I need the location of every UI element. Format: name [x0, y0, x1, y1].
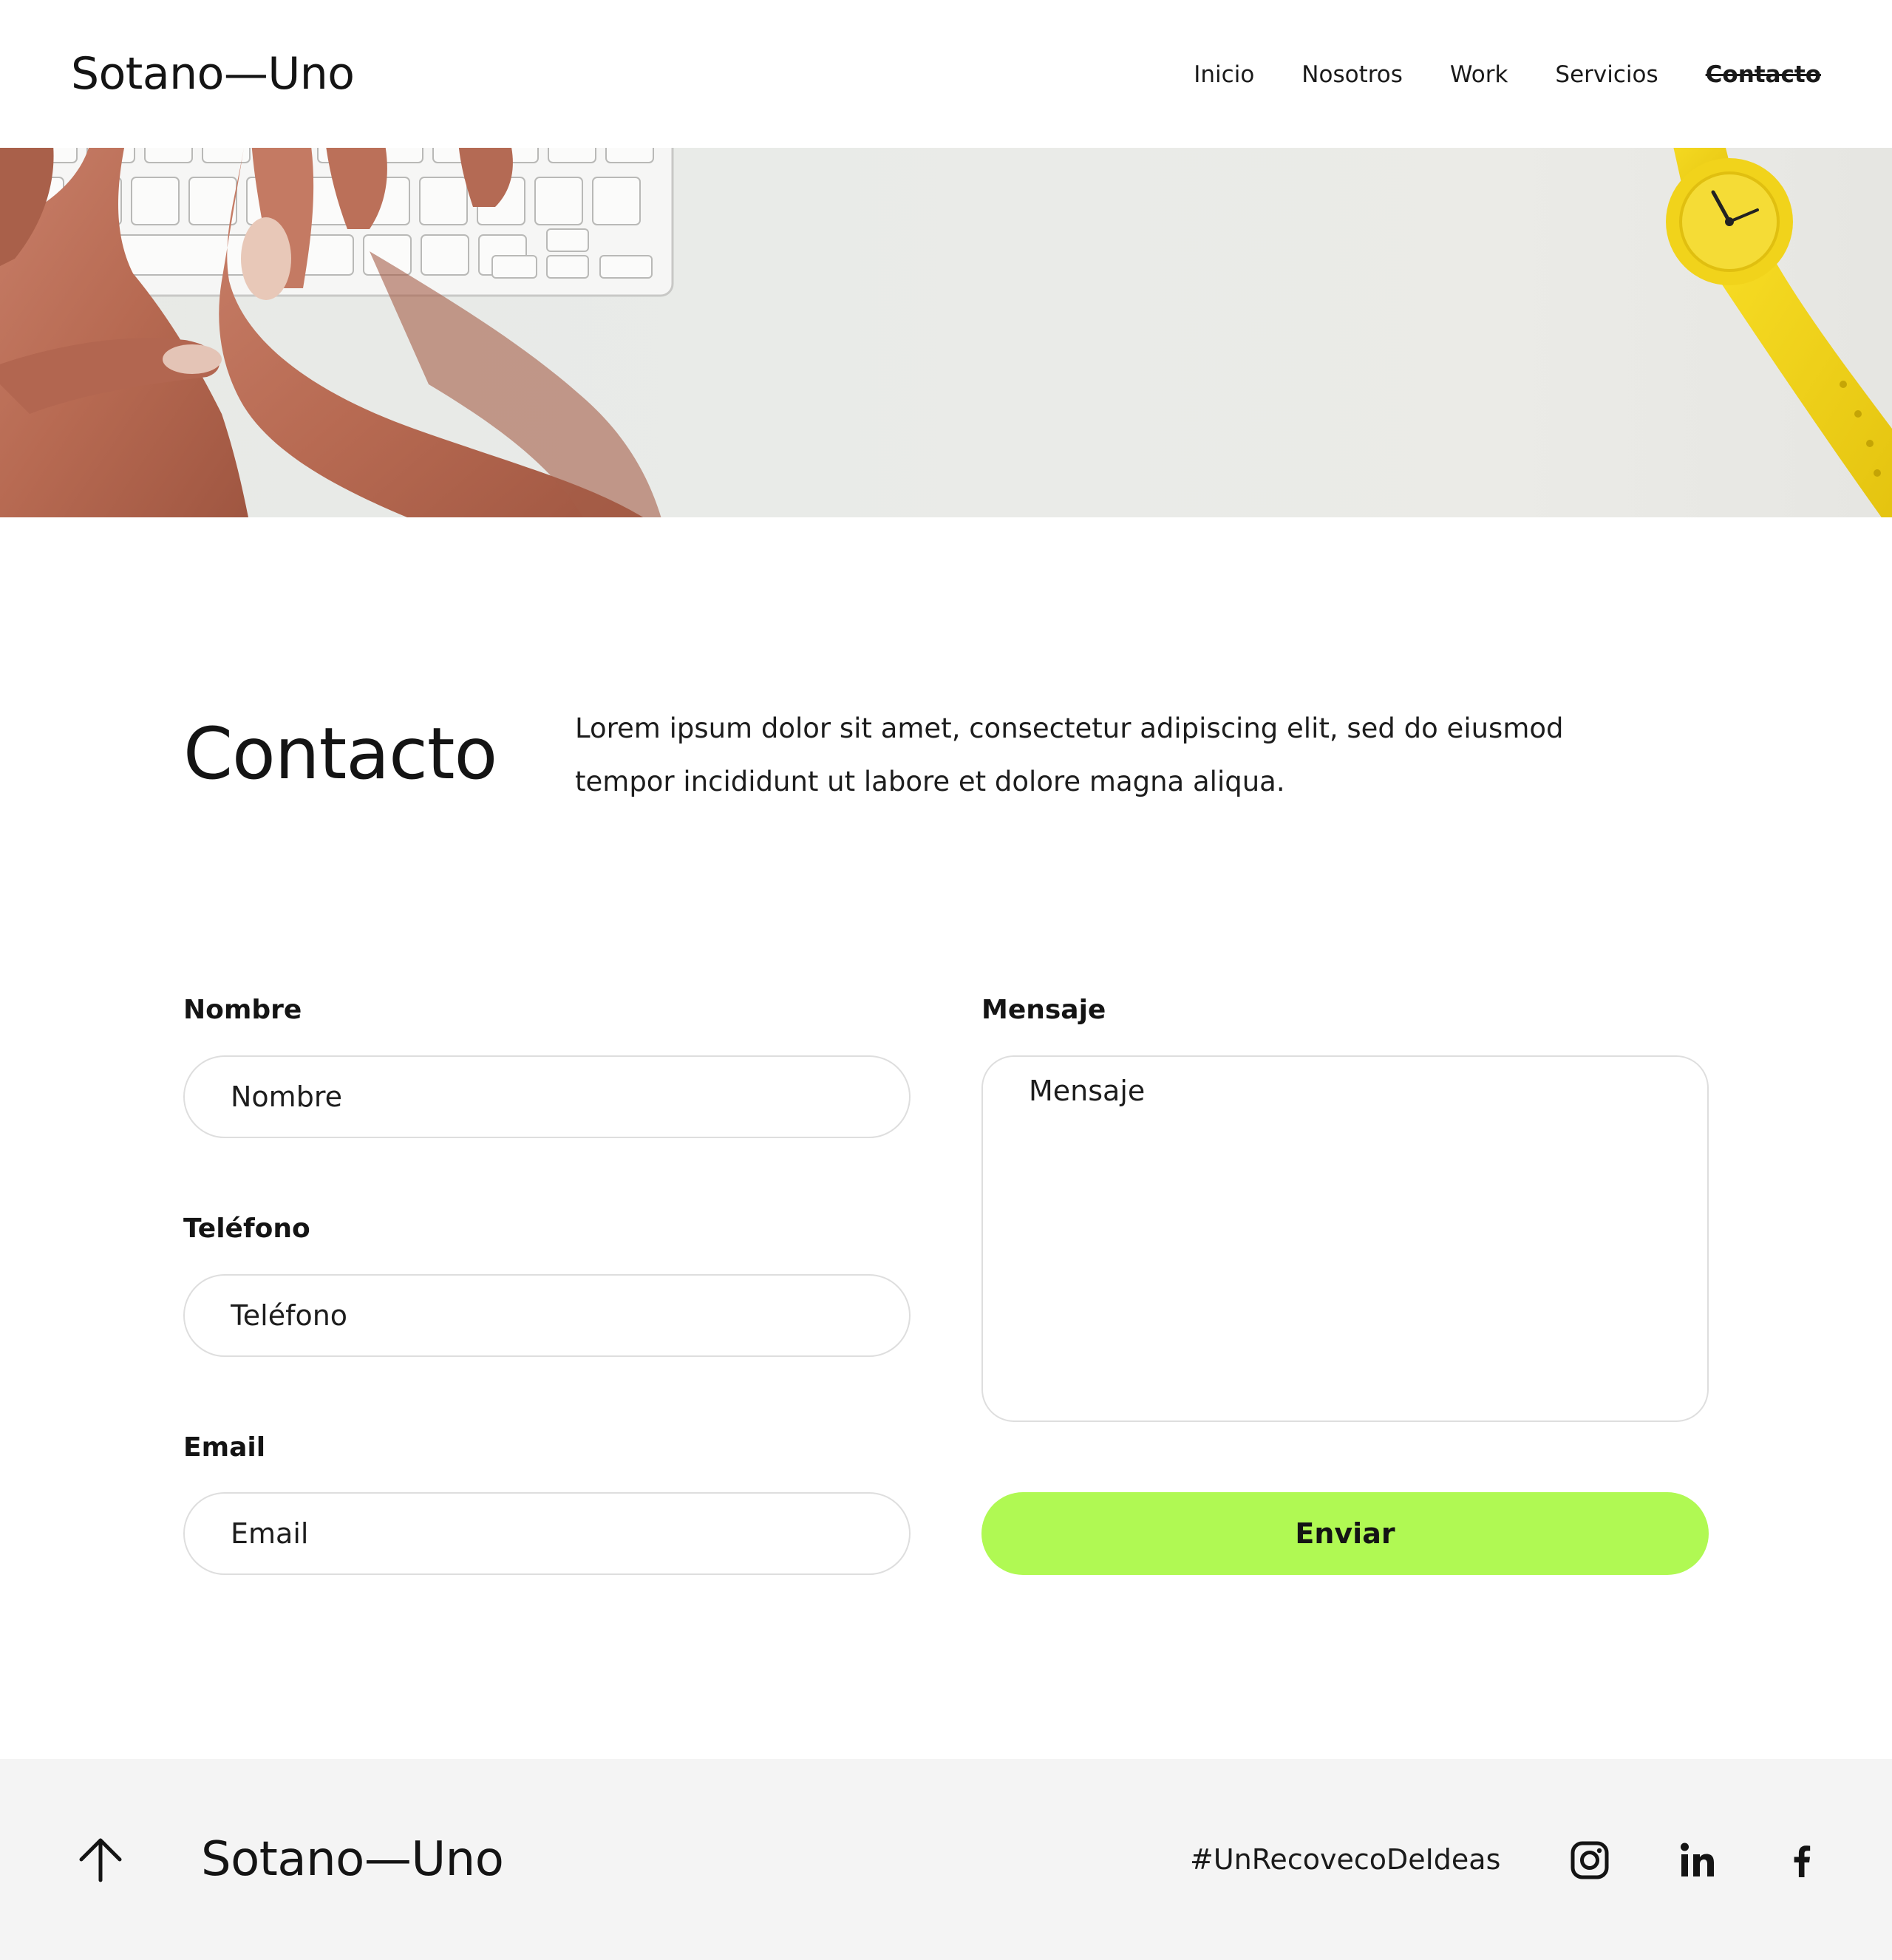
message-field[interactable]: [981, 1055, 1709, 1422]
nav-item-inicio[interactable]: Inicio: [1194, 59, 1254, 90]
nav-item-nosotros[interactable]: Nosotros: [1301, 59, 1403, 90]
yellow-watch: [1666, 148, 1892, 517]
facebook-icon[interactable]: [1783, 1840, 1823, 1880]
nav-item-work[interactable]: Work: [1450, 59, 1508, 90]
site-logo[interactable]: Sotano—Uno: [71, 46, 355, 102]
main-nav: Inicio Nosotros Work Servicios Contacto: [1146, 59, 1821, 90]
footer-hashtag: #UnRecovecoDeIdeas: [1190, 1843, 1501, 1876]
intro-text: Lorem ipsum dolor sit amet, consectetur …: [575, 712, 1564, 797]
submit-button[interactable]: Enviar: [981, 1492, 1709, 1575]
name-label: Nombre: [183, 995, 302, 1025]
message-label: Mensaje: [981, 995, 1106, 1025]
site-header: Sotano—Uno Inicio Nosotros Work Servicio…: [0, 0, 1892, 148]
page-title: Contacto: [183, 712, 497, 795]
email-label: Email: [183, 1432, 266, 1463]
hero-image: [0, 148, 1892, 517]
phone-label: Teléfono: [183, 1214, 310, 1244]
site-footer: Sotano—Uno #UnRecovecoDeIdeas: [0, 1759, 1892, 1960]
nav-item-servicios[interactable]: Servicios: [1555, 59, 1658, 90]
phone-field[interactable]: [183, 1274, 911, 1357]
footer-logo[interactable]: Sotano—Uno: [201, 1830, 504, 1889]
email-field[interactable]: [183, 1492, 911, 1575]
nav-item-contacto[interactable]: Contacto: [1706, 59, 1821, 90]
instagram-icon[interactable]: [1570, 1840, 1610, 1880]
name-field[interactable]: [183, 1055, 911, 1138]
linkedin-icon[interactable]: [1678, 1840, 1718, 1880]
hero-illustration: [0, 148, 1892, 517]
arrow-up-icon[interactable]: [77, 1836, 124, 1883]
